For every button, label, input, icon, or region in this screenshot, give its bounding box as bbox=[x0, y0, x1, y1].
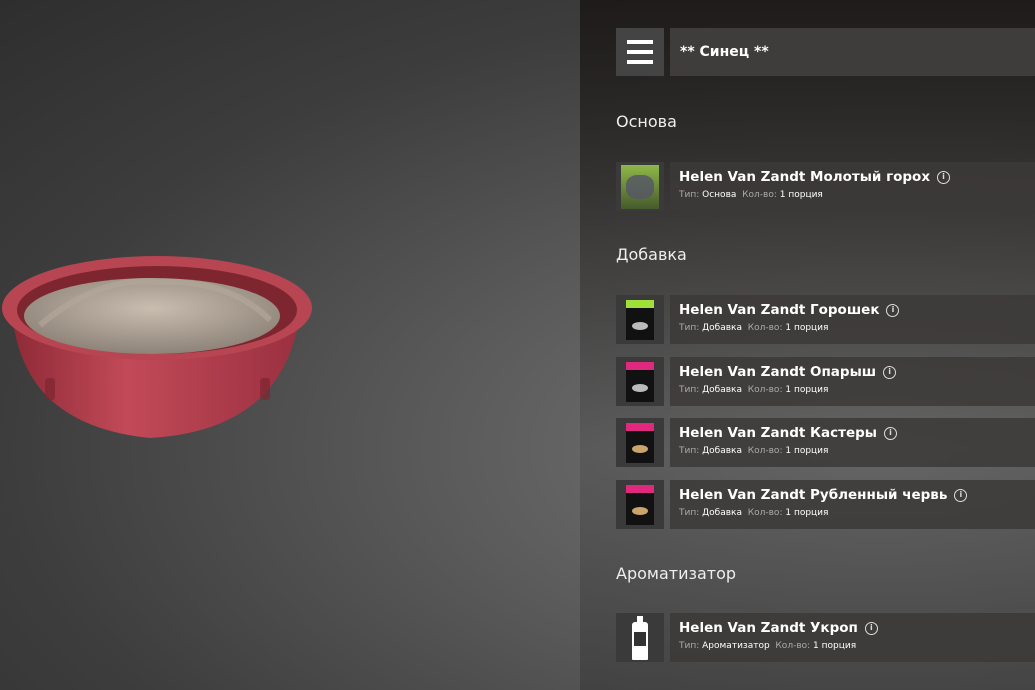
info-icon[interactable]: i bbox=[864, 621, 878, 635]
info-icon[interactable]: i bbox=[883, 365, 897, 379]
bait-pack-icon bbox=[621, 164, 659, 209]
item-thumbnail bbox=[616, 480, 664, 529]
bait-pack-icon bbox=[626, 361, 654, 402]
recipe-title[interactable]: ** Синец ** bbox=[670, 28, 1035, 76]
item-name: Helen Van Zandt Укроп bbox=[679, 620, 858, 636]
item-name: Helen Van Zandt Горошек bbox=[679, 302, 880, 318]
ingredient-item[interactable]: Helen Van Zandt Рубленный червь i Тип: До… bbox=[616, 480, 1035, 529]
info-icon[interactable]: i bbox=[884, 426, 898, 440]
recipe-panel: ** Синец ** Основа Helen Van Zandt Молот… bbox=[580, 0, 1035, 690]
item-name: Helen Van Zandt Молотый горох bbox=[679, 169, 931, 185]
bottle-icon bbox=[632, 615, 648, 660]
item-meta: Тип: Добавка Кол-во: 1 порция bbox=[679, 323, 829, 333]
item-meta: Тип: Основа Кол-во: 1 порция bbox=[679, 190, 823, 200]
item-thumbnail bbox=[616, 295, 664, 344]
section-title-flavor: Ароматизатор bbox=[616, 564, 737, 583]
item-name: Helen Van Zandt Опарыш bbox=[679, 364, 877, 380]
recipe-title-text: ** Синец ** bbox=[680, 44, 769, 60]
bait-pack-icon bbox=[626, 484, 654, 525]
item-meta: Тип: Ароматизатор Кол-во: 1 порция bbox=[679, 641, 857, 651]
menu-button[interactable] bbox=[616, 28, 664, 76]
item-thumbnail bbox=[616, 357, 664, 406]
item-thumbnail bbox=[616, 613, 664, 662]
item-thumbnail bbox=[616, 162, 664, 211]
ingredient-item[interactable]: Helen Van Zandt Укроп i Тип: Ароматизатор… bbox=[616, 613, 1035, 662]
bait-pack-icon bbox=[626, 299, 654, 340]
ingredient-item[interactable]: Helen Van Zandt Горошек i Тип: Добавка Ко… bbox=[616, 295, 1035, 344]
ingredient-item[interactable]: Helen Van Zandt Кастеры i Тип: Добавка Ко… bbox=[616, 418, 1035, 467]
ingredient-item[interactable]: Helen Van Zandt Молотый горох i Тип: Осно… bbox=[616, 162, 1035, 211]
item-name: Helen Van Zandt Кастеры bbox=[679, 425, 878, 441]
ingredient-item[interactable]: Helen Van Zandt Опарыш i Тип: Добавка Кол… bbox=[616, 357, 1035, 406]
hamburger-icon bbox=[627, 40, 653, 44]
preview-area bbox=[0, 0, 580, 690]
item-name: Helen Van Zandt Рубленный червь bbox=[679, 487, 948, 503]
section-title-base: Основа bbox=[616, 112, 677, 131]
item-meta: Тип: Добавка Кол-во: 1 порция bbox=[679, 385, 829, 395]
info-icon[interactable]: i bbox=[954, 488, 968, 502]
section-title-additive: Добавка bbox=[616, 245, 687, 264]
item-thumbnail bbox=[616, 418, 664, 467]
bait-bowl-image bbox=[2, 256, 312, 438]
item-meta: Тип: Добавка Кол-во: 1 порция bbox=[679, 446, 829, 456]
info-icon[interactable]: i bbox=[937, 170, 951, 184]
bait-pack-icon bbox=[626, 422, 654, 463]
item-meta: Тип: Добавка Кол-во: 1 порция bbox=[679, 508, 829, 518]
info-icon[interactable]: i bbox=[886, 303, 900, 317]
